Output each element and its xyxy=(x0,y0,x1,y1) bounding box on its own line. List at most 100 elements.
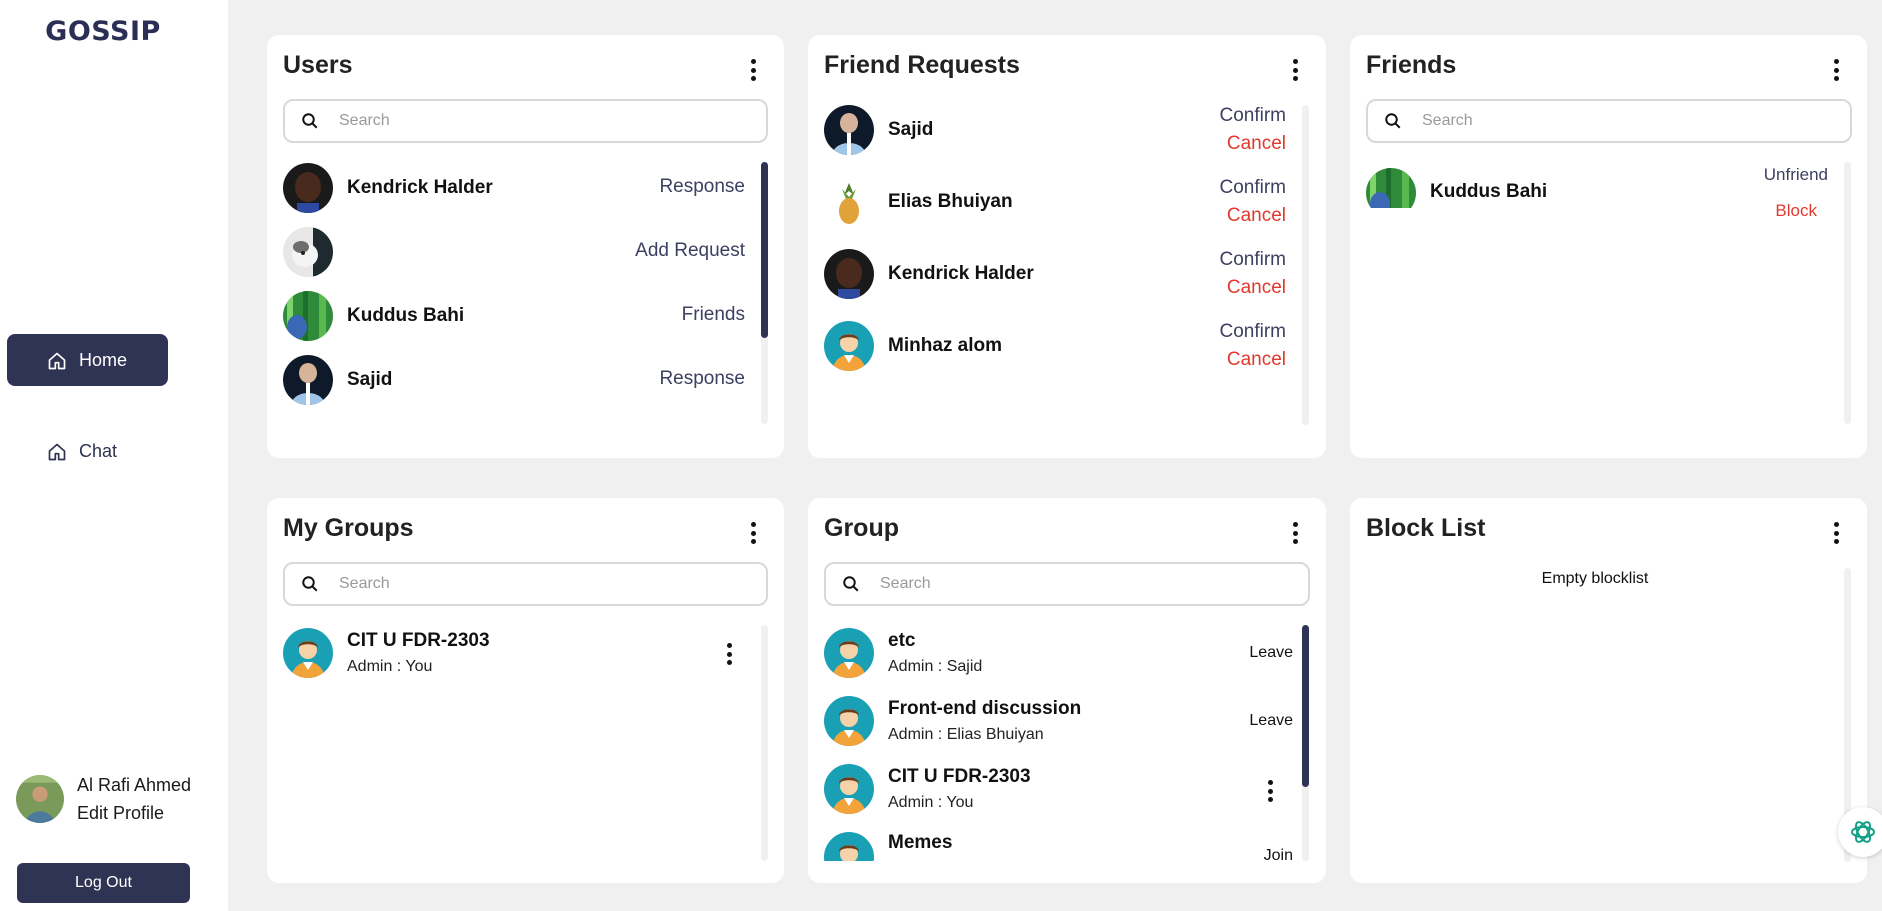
avatar xyxy=(283,355,333,405)
scrollbar[interactable] xyxy=(1302,625,1309,861)
card-title: Block List xyxy=(1366,514,1486,542)
more-vertical-icon[interactable] xyxy=(1826,522,1846,544)
block-button[interactable]: Block xyxy=(1775,201,1817,221)
cancel-button[interactable]: Cancel xyxy=(1227,133,1286,155)
group-list: etc Admin : Sajid Leave Front-end discus… xyxy=(808,625,1298,861)
card-title: Friends xyxy=(1366,51,1457,79)
unfriend-button[interactable]: Unfriend xyxy=(1764,165,1828,185)
response-button[interactable]: Response xyxy=(659,176,745,198)
my-groups-card: My Groups CIT U FDR-2303 Admin : You xyxy=(267,498,784,883)
card-title: My Groups xyxy=(283,514,414,542)
scrollbar[interactable] xyxy=(1844,162,1851,424)
confirm-button[interactable]: Confirm xyxy=(1219,249,1286,271)
user-name: Sajid xyxy=(888,119,934,140)
avatar[interactable] xyxy=(16,775,64,823)
list-item: Elias Bhuiyan xyxy=(824,177,1013,227)
nav-home[interactable]: Home xyxy=(7,334,168,386)
avatar xyxy=(283,628,333,678)
avatar xyxy=(824,628,874,678)
avatar xyxy=(824,321,874,371)
leave-button[interactable]: Leave xyxy=(1249,644,1293,662)
search-icon xyxy=(1385,113,1401,129)
group-name: CIT U FDR-2303 xyxy=(347,630,490,651)
group-name: etc xyxy=(888,630,916,651)
user-name: Kuddus Bahi xyxy=(1430,181,1548,202)
logout-button[interactable]: Log Out xyxy=(17,863,190,903)
list-item: Kuddus Bahi xyxy=(283,291,464,341)
list-item: Sajid xyxy=(283,355,392,405)
more-vertical-icon[interactable] xyxy=(1826,59,1846,81)
search-icon xyxy=(302,113,318,129)
list-item: CIT U FDR-2303 Admin : You xyxy=(283,628,490,678)
list-item: Minhaz alom xyxy=(824,321,1002,371)
avatar xyxy=(1366,168,1416,208)
avatar xyxy=(824,249,874,299)
profile-section: Al Rafi Ahmed Edit Profile xyxy=(16,771,191,827)
group-card: Group etc Admin : Sajid Leave Front-end … xyxy=(808,498,1326,883)
group-admin: Admin : Sajid xyxy=(888,658,983,675)
search-input[interactable] xyxy=(339,575,724,593)
avatar xyxy=(824,696,874,746)
list-item: Sajid xyxy=(824,105,933,155)
cancel-button[interactable]: Cancel xyxy=(1227,277,1286,299)
home-icon xyxy=(48,352,66,370)
nav-home-label: Home xyxy=(79,349,128,370)
search-icon xyxy=(843,576,859,592)
more-vertical-icon[interactable] xyxy=(743,522,763,544)
more-vertical-icon[interactable] xyxy=(743,59,763,81)
friends-button[interactable]: Friends xyxy=(682,304,745,326)
scrollbar-thumb[interactable] xyxy=(761,162,768,338)
friends-card: Friends Kuddus Bahi Unfriend Block xyxy=(1350,35,1867,458)
more-vertical-icon[interactable] xyxy=(1285,522,1305,544)
leave-button[interactable]: Leave xyxy=(1249,712,1293,730)
avatar xyxy=(283,291,333,341)
list-item xyxy=(283,227,347,277)
confirm-button[interactable]: Confirm xyxy=(1219,177,1286,199)
scrollbar[interactable] xyxy=(761,162,768,424)
group-search xyxy=(824,562,1310,606)
friend-requests-card: Friend Requests Sajid Confirm Cancel Eli… xyxy=(808,35,1326,458)
list-item: Kendrick Halder xyxy=(824,249,1034,299)
user-name: Kuddus Bahi xyxy=(347,305,465,326)
group-admin: Admin : You xyxy=(888,794,974,811)
sidebar: GOSSIP Home Chat Al Rafi Ahmed Edit Prof… xyxy=(0,0,228,911)
scrollbar[interactable] xyxy=(1302,105,1309,425)
app-logo[interactable]: GOSSIP xyxy=(0,16,206,47)
more-vertical-icon[interactable] xyxy=(1285,59,1305,81)
openai-icon xyxy=(1851,821,1875,843)
scrollbar[interactable] xyxy=(761,625,768,861)
my-groups-search xyxy=(283,562,768,606)
cancel-button[interactable]: Cancel xyxy=(1227,205,1286,227)
list-item: CIT U FDR-2303 Admin : You xyxy=(824,764,1031,814)
card-title: Group xyxy=(824,514,899,542)
home-icon xyxy=(48,443,66,461)
group-admin: Admin : Elias Bhuiyan xyxy=(888,726,1044,743)
join-button[interactable]: Join xyxy=(1264,847,1293,861)
response-button[interactable]: Response xyxy=(659,368,745,390)
user-name: Kendrick Halder xyxy=(347,177,493,198)
empty-blocklist-text: Empty blocklist xyxy=(1541,570,1649,587)
user-name: Kendrick Halder xyxy=(888,263,1034,284)
confirm-button[interactable]: Confirm xyxy=(1219,105,1286,127)
more-vertical-icon[interactable] xyxy=(719,643,739,665)
card-title: Friend Requests xyxy=(824,51,1020,79)
search-input[interactable] xyxy=(1422,112,1808,130)
list-item: Kendrick Halder xyxy=(283,163,493,213)
edit-profile-link[interactable]: Edit Profile xyxy=(77,799,191,827)
cancel-button[interactable]: Cancel xyxy=(1227,349,1286,371)
search-input[interactable] xyxy=(880,575,1266,593)
group-name: Memes xyxy=(888,832,953,853)
confirm-button[interactable]: Confirm xyxy=(1219,321,1286,343)
avatar xyxy=(824,764,874,814)
card-title: Users xyxy=(283,51,353,79)
scrollbar-thumb[interactable] xyxy=(1302,625,1309,787)
list-item: Memes xyxy=(824,832,952,861)
profile-name: Al Rafi Ahmed xyxy=(77,775,192,795)
more-vertical-icon[interactable] xyxy=(1260,780,1280,802)
user-name: Minhaz alom xyxy=(888,335,1003,356)
add-request-button[interactable]: Add Request xyxy=(635,240,745,262)
assistant-button[interactable] xyxy=(1838,807,1882,857)
search-input[interactable] xyxy=(339,112,724,130)
nav-chat[interactable]: Chat xyxy=(7,425,168,477)
avatar xyxy=(283,227,333,277)
